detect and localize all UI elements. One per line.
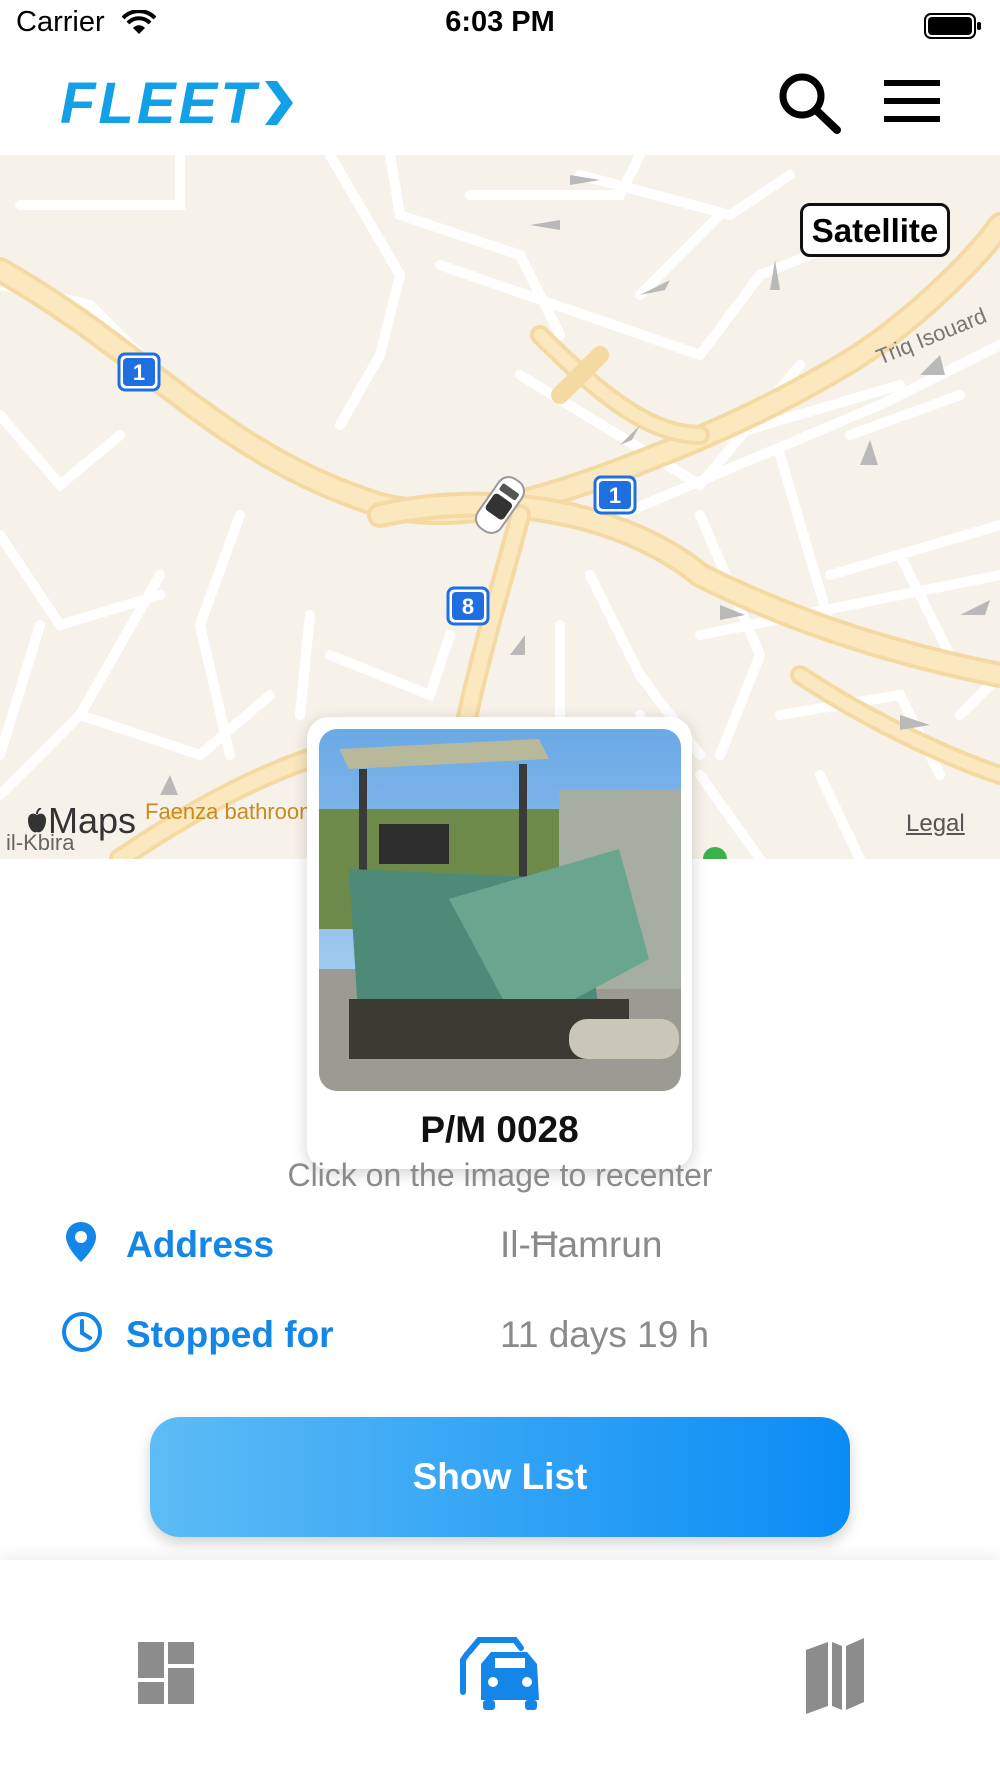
route-marker: 1 xyxy=(593,475,637,515)
stopped-label: Stopped for xyxy=(126,1314,334,1355)
battery-icon xyxy=(924,13,981,39)
route-marker: 8 xyxy=(446,586,490,626)
address-value: Il-Ħamrun xyxy=(500,1224,663,1265)
route-marker: 1 xyxy=(117,352,161,392)
place-label: il-Kbira xyxy=(6,830,75,855)
car-icon xyxy=(460,1637,539,1710)
recenter-hint: Click on the image to recenter xyxy=(287,1157,713,1193)
logo-text: FLEET xyxy=(60,71,259,136)
show-list-button[interactable]: Show List xyxy=(150,1417,850,1537)
stopped-row: Stopped for 11 days 19 h xyxy=(60,1310,940,1370)
vehicle-card[interactable]: P/M 0028 xyxy=(307,717,692,1169)
vehicle-photo[interactable] xyxy=(319,729,681,1091)
logo-chevron-icon xyxy=(264,81,293,125)
tab-dashboard[interactable] xyxy=(110,1630,220,1720)
tab-vehicles[interactable] xyxy=(445,1630,555,1720)
tab-bar xyxy=(0,1560,1000,1778)
address-row: Address Il-Ħamrun xyxy=(60,1220,940,1280)
stopped-value: 11 days 19 h xyxy=(500,1314,710,1355)
menu-button[interactable] xyxy=(882,76,942,126)
search-icon xyxy=(779,73,841,134)
fleet-logo: FLEET xyxy=(60,70,293,137)
map-icon xyxy=(806,1638,864,1714)
tab-map[interactable] xyxy=(780,1630,890,1720)
vehicle-id: P/M 0028 xyxy=(420,1109,579,1150)
address-label: Address xyxy=(126,1224,275,1265)
svg-text:1: 1 xyxy=(133,360,145,385)
satellite-toggle-button[interactable]: Satellite xyxy=(800,203,950,257)
clock-icon xyxy=(62,1312,102,1352)
svg-text:8: 8 xyxy=(462,594,474,619)
search-button[interactable] xyxy=(775,70,845,135)
location-pin-icon xyxy=(66,1222,96,1262)
clock: 6:03 PM xyxy=(445,6,555,38)
hamburger-icon xyxy=(884,80,940,122)
dashboard-icon xyxy=(138,1642,194,1704)
legal-link[interactable]: Legal xyxy=(906,810,965,838)
status-bar: Carrier 6:03 PM xyxy=(0,0,1000,50)
paver-machine-image xyxy=(319,729,681,1091)
svg-text:1: 1 xyxy=(609,483,621,508)
